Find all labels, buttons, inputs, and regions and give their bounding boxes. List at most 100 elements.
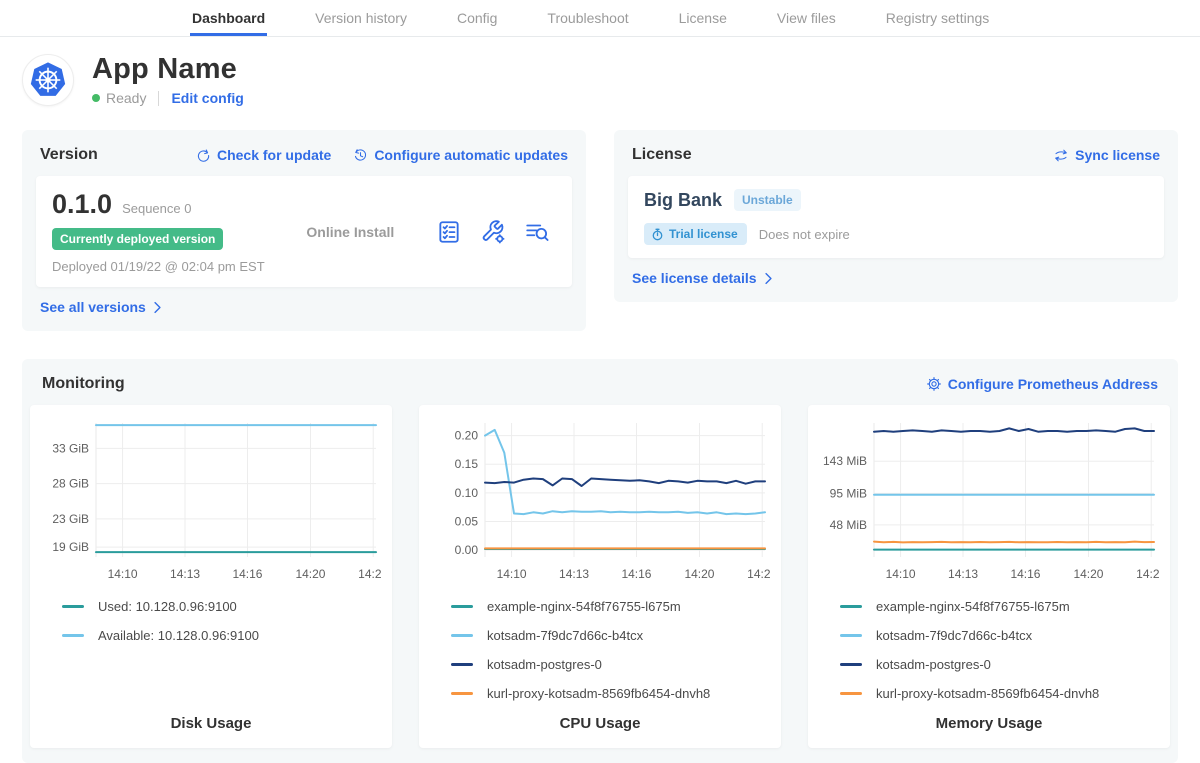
- clock-refresh-icon: [353, 148, 368, 163]
- disk-usage-legend: Used: 10.128.0.96:9100 Available: 10.128.…: [40, 599, 382, 657]
- tab-license[interactable]: License: [677, 1, 729, 36]
- svg-text:14:20: 14:20: [295, 567, 325, 581]
- svg-text:14:10: 14:10: [886, 567, 916, 581]
- chevron-right-icon: [152, 301, 163, 314]
- legend-swatch: [451, 634, 473, 637]
- memory-usage-series: [874, 428, 1154, 431]
- svg-text:14:23: 14:23: [747, 567, 771, 581]
- cpu-usage-series: [485, 479, 765, 487]
- legend-label: kotsadm-postgres-0: [876, 657, 991, 672]
- version-card: Version Check for update Configure autom…: [22, 130, 586, 331]
- configure-automatic-updates-button[interactable]: Configure automatic updates: [353, 147, 568, 163]
- view-files-search-icon[interactable]: [524, 219, 550, 245]
- deployed-timestamp: Deployed 01/19/22 @ 02:04 pm EST: [52, 259, 265, 274]
- page-title: App Name: [92, 53, 244, 86]
- check-for-update-button[interactable]: Check for update: [196, 147, 331, 163]
- chevron-right-icon: [763, 272, 774, 285]
- channel-badge: Unstable: [734, 189, 801, 211]
- svg-text:14:13: 14:13: [948, 567, 978, 581]
- legend-label: kotsadm-7f9dc7d66c-b4tcx: [876, 628, 1032, 643]
- wrench-gear-icon[interactable]: [480, 219, 506, 245]
- disk-usage-chart: 33 GiB28 GiB23 GiB19 GiB14:1014:1314:161…: [40, 415, 382, 591]
- legend-label: kotsadm-7f9dc7d66c-b4tcx: [487, 628, 643, 643]
- tab-view-files[interactable]: View files: [775, 1, 838, 36]
- memory-usage-card: 143 MiB95 MiB48 MiB14:1014:1314:1614:201…: [808, 405, 1170, 748]
- cards-row: Version Check for update Configure autom…: [22, 130, 1178, 331]
- disk-usage-card: 33 GiB28 GiB23 GiB19 GiB14:1014:1314:161…: [30, 405, 392, 748]
- legend-swatch: [840, 692, 862, 695]
- svg-text:95 MiB: 95 MiB: [830, 486, 867, 500]
- license-card: License Sync license Big Bank Unstable T…: [614, 130, 1178, 302]
- sync-license-button[interactable]: Sync license: [1053, 147, 1160, 163]
- license-detail-panel: Big Bank Unstable Trial license Does not…: [628, 176, 1164, 258]
- license-expiry: Does not expire: [759, 227, 850, 242]
- memory-usage-chart: 143 MiB95 MiB48 MiB14:1014:1314:1614:201…: [818, 415, 1160, 591]
- version-number: 0.1.0: [52, 189, 112, 220]
- svg-text:14:10: 14:10: [497, 567, 527, 581]
- chart-title: Disk Usage: [40, 715, 382, 732]
- svg-text:14:16: 14:16: [232, 567, 262, 581]
- preflight-checklist-icon[interactable]: [436, 219, 462, 245]
- legend-swatch: [840, 663, 862, 666]
- see-license-details-link[interactable]: See license details: [628, 270, 774, 286]
- edit-config-link[interactable]: Edit config: [171, 90, 243, 106]
- legend-label: example-nginx-54f8f76755-l675m: [876, 599, 1070, 614]
- cpu-usage-card: 0.200.150.100.050.0014:1014:1314:1614:20…: [419, 405, 781, 748]
- legend-swatch: [840, 605, 862, 608]
- status-dot-icon: [92, 94, 100, 102]
- tab-troubleshoot[interactable]: Troubleshoot: [545, 1, 630, 36]
- tab-config[interactable]: Config: [455, 1, 499, 36]
- legend-item: Available: 10.128.0.96:9100: [62, 628, 382, 643]
- status-badge: Ready: [106, 90, 146, 106]
- stopwatch-icon: [651, 228, 664, 241]
- legend-label: kurl-proxy-kotsadm-8569fb6454-dnvh8: [487, 686, 710, 701]
- svg-text:19 GiB: 19 GiB: [52, 540, 89, 554]
- gear-icon: [926, 376, 942, 392]
- legend-swatch: [451, 605, 473, 608]
- legend-item: kotsadm-7f9dc7d66c-b4tcx: [451, 628, 771, 643]
- tab-registry-settings[interactable]: Registry settings: [884, 1, 991, 36]
- svg-text:14:23: 14:23: [358, 567, 382, 581]
- top-nav: Dashboard Version history Config Trouble…: [0, 0, 1200, 37]
- svg-text:48 MiB: 48 MiB: [830, 518, 867, 532]
- legend-label: Used: 10.128.0.96:9100: [98, 599, 237, 614]
- chart-title: CPU Usage: [429, 715, 771, 732]
- see-all-versions-link[interactable]: See all versions: [36, 299, 163, 315]
- svg-text:0.05: 0.05: [455, 514, 479, 528]
- legend-swatch: [451, 663, 473, 666]
- license-name: Big Bank: [644, 190, 722, 211]
- refresh-icon: [196, 148, 211, 163]
- svg-text:23 GiB: 23 GiB: [52, 512, 89, 526]
- legend-item: example-nginx-54f8f76755-l675m: [840, 599, 1160, 614]
- sync-arrows-icon: [1053, 148, 1069, 163]
- monitoring-section: Monitoring Configure Prometheus Address …: [22, 359, 1178, 763]
- svg-text:14:16: 14:16: [1010, 567, 1040, 581]
- svg-text:14:10: 14:10: [108, 567, 138, 581]
- legend-item: Used: 10.128.0.96:9100: [62, 599, 382, 614]
- legend-item: kotsadm-postgres-0: [451, 657, 771, 672]
- configure-prometheus-button[interactable]: Configure Prometheus Address: [926, 376, 1158, 392]
- cpu-usage-legend: example-nginx-54f8f76755-l675m kotsadm-7f…: [429, 599, 771, 715]
- svg-text:14:20: 14:20: [684, 567, 714, 581]
- legend-label: kotsadm-postgres-0: [487, 657, 602, 672]
- legend-swatch: [840, 634, 862, 637]
- legend-swatch: [62, 634, 84, 637]
- svg-text:0.15: 0.15: [455, 457, 479, 471]
- legend-item: kurl-proxy-kotsadm-8569fb6454-dnvh8: [451, 686, 771, 701]
- tab-dashboard[interactable]: Dashboard: [190, 1, 267, 36]
- tab-version-history[interactable]: Version history: [313, 1, 409, 36]
- svg-text:0.20: 0.20: [455, 429, 479, 443]
- monitoring-title: Monitoring: [42, 375, 125, 393]
- legend-label: Available: 10.128.0.96:9100: [98, 628, 259, 643]
- legend-item: example-nginx-54f8f76755-l675m: [451, 599, 771, 614]
- install-type-label: Online Install: [306, 224, 394, 240]
- legend-item: kotsadm-7f9dc7d66c-b4tcx: [840, 628, 1160, 643]
- svg-text:14:16: 14:16: [621, 567, 651, 581]
- legend-label: example-nginx-54f8f76755-l675m: [487, 599, 681, 614]
- svg-text:14:13: 14:13: [559, 567, 589, 581]
- trial-license-badge: Trial license: [644, 223, 747, 245]
- legend-item: kotsadm-postgres-0: [840, 657, 1160, 672]
- currently-deployed-badge: Currently deployed version: [52, 228, 223, 250]
- charts-row: 33 GiB28 GiB23 GiB19 GiB14:1014:1314:161…: [30, 405, 1170, 748]
- svg-text:143 MiB: 143 MiB: [823, 454, 867, 468]
